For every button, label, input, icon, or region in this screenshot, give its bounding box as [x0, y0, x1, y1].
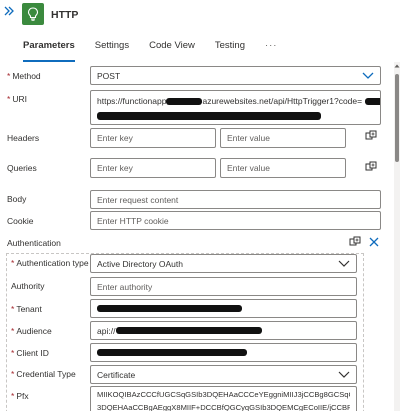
chevron-down-icon [338, 371, 350, 378]
uri-input[interactable]: https://functionapp azurewebsites.net/api… [90, 90, 381, 125]
redacted-text [97, 305, 242, 312]
auth-type-label: * Authentication type [11, 258, 89, 268]
method-select[interactable]: POST [90, 66, 381, 85]
client-id-label: * Client ID [11, 348, 49, 358]
pfx-input[interactable]: MIIKOQIBAzCCCfUGCSqGSIb3DQEHAaCCCeYEggni… [90, 386, 357, 411]
double-chevron-right-icon[interactable] [3, 5, 15, 17]
chevron-down-icon [338, 260, 350, 267]
switch-to-text-icon[interactable] [365, 161, 377, 173]
switch-to-text-icon[interactable] [365, 130, 377, 142]
close-icon[interactable] [368, 236, 380, 248]
headers-key-input[interactable]: Enter key [90, 128, 216, 148]
credential-type-label: * Credential Type [11, 369, 76, 379]
audience-input[interactable]: api:// [90, 321, 357, 340]
lightbulb-icon [22, 3, 44, 25]
method-label: * Method [7, 71, 41, 81]
client-id-input[interactable] [90, 343, 357, 362]
method-value: POST [97, 70, 121, 81]
redacted-text [97, 111, 321, 120]
body-input[interactable]: Enter request content [90, 190, 381, 209]
redacted-text [116, 327, 263, 334]
pfx-label: * Pfx [11, 391, 29, 401]
queries-label: Queries [7, 163, 37, 173]
body-label: Body [7, 194, 27, 204]
scrollbar-thumb[interactable] [395, 74, 399, 162]
redacted-text [97, 349, 247, 356]
authentication-label: Authentication [7, 238, 61, 248]
redacted-text [365, 98, 380, 106]
audience-label: * Audience [11, 326, 52, 336]
queries-value-input[interactable]: Enter value [220, 158, 346, 178]
scroll-up-arrow-icon[interactable] [394, 63, 400, 69]
headers-value-input[interactable]: Enter value [220, 128, 346, 148]
headers-label: Headers [7, 133, 40, 143]
authority-label: Authority [11, 281, 45, 291]
action-title: HTTP [51, 9, 79, 21]
queries-key-input[interactable]: Enter key [90, 158, 216, 178]
tab-more[interactable]: ··· [265, 40, 278, 62]
credential-type-select[interactable]: Certificate [90, 365, 357, 384]
uri-label: * URI [7, 94, 27, 104]
tab-testing[interactable]: Testing [215, 40, 245, 62]
tenant-input[interactable] [90, 299, 357, 318]
tab-code-view[interactable]: Code View [149, 40, 195, 62]
switch-to-text-icon[interactable] [349, 236, 361, 248]
cookie-label: Cookie [7, 216, 34, 226]
tab-parameters[interactable]: Parameters [23, 40, 75, 62]
auth-type-select[interactable]: Active Directory OAuth [90, 254, 357, 273]
tenant-label: * Tenant [11, 304, 42, 314]
tab-bar: Parameters Settings Code View Testing ··… [23, 40, 297, 62]
authority-input[interactable]: Enter authority [90, 277, 357, 296]
redacted-text [166, 98, 203, 106]
tab-settings[interactable]: Settings [95, 40, 129, 62]
chevron-down-icon [362, 72, 374, 79]
cookie-input[interactable]: Enter HTTP cookie [90, 211, 381, 230]
